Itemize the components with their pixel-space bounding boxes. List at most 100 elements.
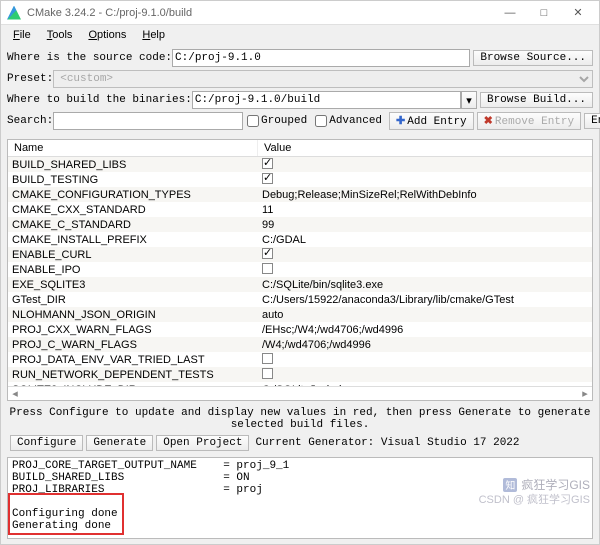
menu-options[interactable]: Options [80,27,134,43]
search-label: Search: [7,115,53,127]
add-entry-button[interactable]: ✚Add Entry [389,112,474,130]
table-row[interactable]: PROJ_C_WARN_FLAGS/W4;/wd4706;/wd4996 [8,337,592,352]
open-project-button[interactable]: Open Project [156,435,249,451]
window-buttons: — □ ✕ [493,1,595,25]
table-row[interactable]: ENABLE_IPO [8,262,592,277]
generate-button[interactable]: Generate [86,435,153,451]
table-row[interactable]: BUILD_TESTING [8,172,592,187]
x-icon: ✖ [484,116,493,128]
current-generator: Current Generator: Visual Studio 17 2022 [255,437,519,449]
zhihu-icon: 知 [503,478,517,492]
cell-name: CMAKE_CONFIGURATION_TYPES [8,189,258,201]
cell-value[interactable]: 11 [258,204,592,216]
menu-bar: File Tools Options Help [1,25,599,45]
table-body[interactable]: BUILD_SHARED_LIBSBUILD_TESTINGCMAKE_CONF… [8,157,592,386]
cell-value[interactable]: Debug;Release;MinSizeRel;RelWithDebInfo [258,189,592,201]
close-button[interactable]: ✕ [561,1,595,25]
table-row[interactable]: CMAKE_INSTALL_PREFIXC:/GDAL [8,232,592,247]
browse-build-button[interactable]: Browse Build... [480,92,593,108]
cell-value[interactable] [258,173,592,187]
cell-value[interactable]: 99 [258,219,592,231]
environment-button[interactable]: Environment... [584,113,600,129]
cell-value[interactable] [258,368,592,382]
cell-value[interactable]: /EHsc;/W4;/wd4706;/wd4996 [258,324,592,336]
cell-name: RUN_NETWORK_DEPENDENT_TESTS [8,369,258,381]
binaries-label: Where to build the binaries: [7,94,192,106]
table-row[interactable]: CMAKE_CONFIGURATION_TYPESDebug;Release;M… [8,187,592,202]
checkbox-icon[interactable] [262,173,273,184]
cell-value[interactable]: C:/Users/15922/anaconda3/Library/lib/cma… [258,294,592,306]
menu-help[interactable]: Help [134,27,173,43]
search-input[interactable] [53,112,243,130]
checkbox-icon[interactable] [262,353,273,364]
action-row: Configure Generate Open Project Current … [1,433,599,453]
cell-value[interactable]: C:/GDAL [258,234,592,246]
table-header: Name Value [8,140,592,157]
cell-name: EXE_SQLITE3 [8,279,258,291]
title-bar: CMake 3.24.2 - C:/proj-9.1.0/build — □ ✕ [1,1,599,25]
table-hscroll[interactable]: ◂ ▸ [8,386,592,400]
col-name[interactable]: Name [8,140,258,156]
cell-name: PROJ_CXX_WARN_FLAGS [8,324,258,336]
chevron-down-icon: ▾ [466,94,472,107]
cell-value[interactable] [258,263,592,277]
cell-name: PROJ_DATA_ENV_VAR_TRIED_LAST [8,354,258,366]
table-row[interactable]: NLOHMANN_JSON_ORIGINauto [8,307,592,322]
cell-value[interactable]: /W4;/wd4706;/wd4996 [258,339,592,351]
checkbox-icon[interactable] [262,248,273,259]
table-row[interactable]: PROJ_DATA_ENV_VAR_TRIED_LAST [8,352,592,367]
cell-name: PROJ_C_WARN_FLAGS [8,339,258,351]
table-row[interactable]: EXE_SQLITE3C:/SQLite/bin/sqlite3.exe [8,277,592,292]
checkbox-icon[interactable] [262,158,273,169]
cell-name: CMAKE_INSTALL_PREFIX [8,234,258,246]
cell-value[interactable] [258,248,592,262]
grouped-label: Grouped [261,115,307,127]
table-row[interactable]: CMAKE_CXX_STANDARD11 [8,202,592,217]
preset-label: Preset: [7,73,53,85]
cell-name: ENABLE_CURL [8,249,258,261]
menu-file[interactable]: File [5,27,39,43]
cache-table: Name Value BUILD_SHARED_LIBS BUILD_TESTIN… [7,139,593,401]
cell-name: CMAKE_C_STANDARD [8,219,258,231]
watermark-csdn: CSDN @ 疯狂学习GIS [479,491,590,507]
table-row[interactable]: PROJ_CXX_WARN_FLAGS/EHsc;/W4;/wd4706;/wd… [8,322,592,337]
configure-button[interactable]: Configure [10,435,83,451]
scroll-right-icon[interactable]: ▸ [578,387,592,400]
checkbox-icon[interactable] [262,368,273,379]
maximize-button[interactable]: □ [527,1,561,25]
advanced-label: Advanced [329,115,382,127]
checkbox-icon[interactable] [262,263,273,274]
col-value[interactable]: Value [258,140,592,156]
source-input[interactable] [172,49,470,67]
cell-value[interactable]: auto [258,309,592,321]
remove-entry-button: ✖Remove Entry [477,112,581,130]
table-row[interactable]: ENABLE_CURL [8,247,592,262]
cell-name: NLOHMANN_JSON_ORIGIN [8,309,258,321]
window-title: CMake 3.24.2 - C:/proj-9.1.0/build [27,7,493,19]
table-row[interactable]: GTest_DIRC:/Users/15922/anaconda3/Librar… [8,292,592,307]
highlight-box [8,493,124,535]
binaries-dropdown-button[interactable]: ▾ [461,91,477,109]
cell-name: CMAKE_CXX_STANDARD [8,204,258,216]
binaries-combo[interactable]: ▾ [192,91,477,109]
table-row[interactable]: BUILD_SHARED_LIBS [8,157,592,172]
grouped-checkbox[interactable]: Grouped [247,115,307,127]
minimize-button[interactable]: — [493,1,527,25]
hint-text: Press Configure to update and display ne… [1,403,599,433]
menu-tools[interactable]: Tools [39,27,81,43]
source-label: Where is the source code: [7,52,172,64]
plus-icon: ✚ [396,116,405,128]
preset-select: <custom> [53,70,593,88]
cell-value[interactable] [258,353,592,367]
table-row[interactable]: RUN_NETWORK_DEPENDENT_TESTS [8,367,592,382]
config-form: Where is the source code: Browse Source.… [1,45,599,137]
advanced-checkbox[interactable]: Advanced [315,115,382,127]
cell-value[interactable] [258,158,592,172]
browse-source-button[interactable]: Browse Source... [473,50,593,66]
cell-name: BUILD_SHARED_LIBS [8,159,258,171]
table-row[interactable]: CMAKE_C_STANDARD99 [8,217,592,232]
cell-name: BUILD_TESTING [8,174,258,186]
scroll-left-icon[interactable]: ◂ [8,387,22,400]
binaries-input[interactable] [192,91,461,109]
cell-value[interactable]: C:/SQLite/bin/sqlite3.exe [258,279,592,291]
